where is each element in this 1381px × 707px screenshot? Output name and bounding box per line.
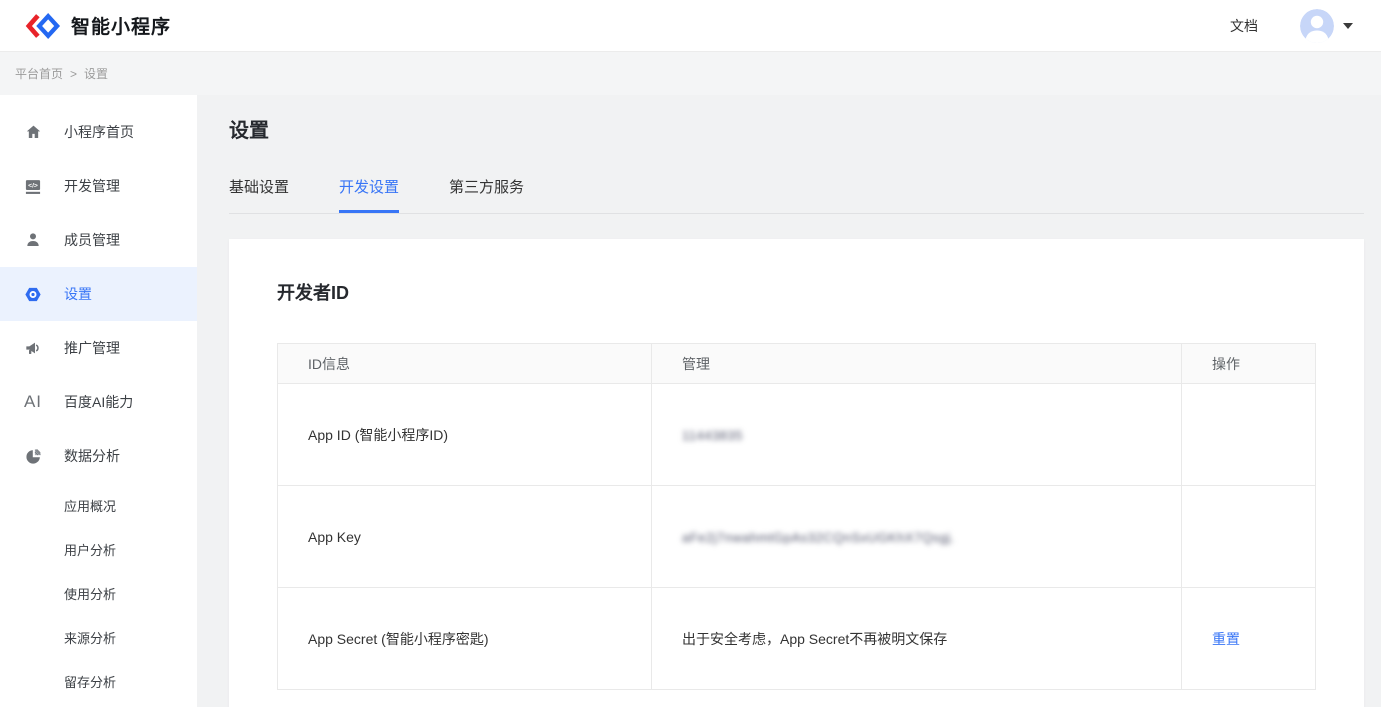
- sidebar-item-miniapp-home[interactable]: 小程序首页: [0, 105, 197, 159]
- smartapp-logo-icon: [25, 12, 61, 40]
- sidebar-item-settings[interactable]: 设置: [0, 267, 197, 321]
- col-header-manage: 管理: [652, 344, 1182, 384]
- row-action-cell: [1182, 486, 1316, 588]
- chevron-down-icon[interactable]: [1343, 23, 1353, 29]
- page-title: 设置: [229, 114, 1364, 143]
- avatar[interactable]: [1300, 9, 1334, 43]
- sidebar-subitem-usage-analysis[interactable]: 使用分析: [0, 571, 197, 615]
- row-label: App ID (智能小程序ID): [278, 384, 652, 486]
- sidebar-subitem-user-analysis[interactable]: 用户分析: [0, 527, 197, 571]
- sidebar-subitem-app-overview[interactable]: 应用概况: [0, 483, 197, 527]
- code-icon: </>: [24, 177, 42, 195]
- table-row-app-id: App ID (智能小程序ID) 11443835: [278, 384, 1316, 486]
- sidebar-item-data-analysis[interactable]: 数据分析: [0, 429, 197, 483]
- sidebar-subitem-label: 用户分析: [64, 540, 116, 559]
- breadcrumb-separator: >: [70, 67, 77, 81]
- settings-icon: [24, 285, 42, 303]
- settings-tabs: 基础设置 开发设置 第三方服务: [229, 176, 1364, 214]
- main-content: 设置 基础设置 开发设置 第三方服务 开发者ID ID信息 管理 操作: [197, 95, 1381, 707]
- docs-link[interactable]: 文档: [1230, 16, 1258, 36]
- sidebar-item-label: 推广管理: [64, 338, 120, 358]
- row-value-cell: 出于安全考虑，App Secret不再被明文保存: [652, 588, 1182, 690]
- sidebar-item-label: 开发管理: [64, 176, 120, 196]
- sidebar-item-dev-management[interactable]: </> 开发管理: [0, 159, 197, 213]
- sidebar-subitem-label: 使用分析: [64, 584, 116, 603]
- pie-chart-icon: [24, 447, 42, 465]
- sidebar-item-promotion-management[interactable]: 推广管理: [0, 321, 197, 375]
- breadcrumb-current: 设置: [84, 65, 108, 82]
- table-row-app-secret: App Secret (智能小程序密匙) 出于安全考虑，App Secret不再…: [278, 588, 1316, 690]
- tab-basic-settings[interactable]: 基础设置: [229, 176, 289, 213]
- sidebar-item-label: 成员管理: [64, 230, 120, 250]
- ai-icon: AI: [24, 393, 42, 411]
- row-label: App Secret (智能小程序密匙): [278, 588, 652, 690]
- row-action-cell: 重置: [1182, 588, 1316, 690]
- sidebar-subitem-retention-analysis[interactable]: 留存分析: [0, 659, 197, 703]
- breadcrumb: 平台首页 > 设置: [0, 52, 1381, 95]
- sidebar-subitem-source-analysis[interactable]: 来源分析: [0, 615, 197, 659]
- sidebar-subitem-label: 来源分析: [64, 628, 116, 647]
- header-right: 文档: [1230, 9, 1353, 43]
- logo-text: 智能小程序: [71, 12, 171, 39]
- sidebar-item-label: 设置: [64, 284, 92, 304]
- row-value-cell: 11443835: [652, 384, 1182, 486]
- home-icon: [24, 123, 42, 141]
- top-header: 智能小程序 文档: [0, 0, 1381, 52]
- sidebar: 小程序首页 </> 开发管理 成员管理: [0, 95, 197, 707]
- reset-button[interactable]: 重置: [1212, 631, 1240, 647]
- table-row-app-key: App Key aFe2j7nwahmtGpAs32CQnSxUGKhX7Qsg…: [278, 486, 1316, 588]
- sidebar-item-label: 百度AI能力: [64, 392, 133, 412]
- row-value-cell: aFe2j7nwahmtGpAs32CQnSxUGKhX7Qsgj.: [652, 486, 1182, 588]
- sidebar-subitem-label: 留存分析: [64, 672, 116, 691]
- megaphone-icon: [24, 339, 42, 357]
- col-header-id-info: ID信息: [278, 344, 652, 384]
- svg-text:</>: </>: [28, 182, 38, 189]
- breadcrumb-home[interactable]: 平台首页: [15, 65, 63, 82]
- developer-id-card: 开发者ID ID信息 管理 操作 App ID (智能小程序ID) 114438…: [229, 239, 1364, 707]
- app-logo[interactable]: 智能小程序: [25, 12, 171, 40]
- sidebar-item-baidu-ai[interactable]: AI 百度AI能力: [0, 375, 197, 429]
- col-header-action: 操作: [1182, 344, 1316, 384]
- app-id-value-masked: 11443835: [682, 428, 743, 443]
- app-key-value-masked: aFe2j7nwahmtGpAs32CQnSxUGKhX7Qsgj.: [682, 530, 955, 545]
- card-heading: 开发者ID: [277, 279, 1316, 305]
- row-action-cell: [1182, 384, 1316, 486]
- sidebar-subitem-label: 应用概况: [64, 496, 116, 515]
- table-header-row: ID信息 管理 操作: [278, 344, 1316, 384]
- row-label: App Key: [278, 486, 652, 588]
- member-icon: [24, 231, 42, 249]
- sidebar-item-member-management[interactable]: 成员管理: [0, 213, 197, 267]
- sidebar-item-label: 数据分析: [64, 446, 120, 466]
- tab-third-party-services[interactable]: 第三方服务: [449, 176, 524, 213]
- sidebar-item-label: 小程序首页: [64, 122, 134, 142]
- developer-id-table: ID信息 管理 操作 App ID (智能小程序ID) 11443835: [277, 343, 1316, 690]
- tab-dev-settings[interactable]: 开发设置: [339, 176, 399, 213]
